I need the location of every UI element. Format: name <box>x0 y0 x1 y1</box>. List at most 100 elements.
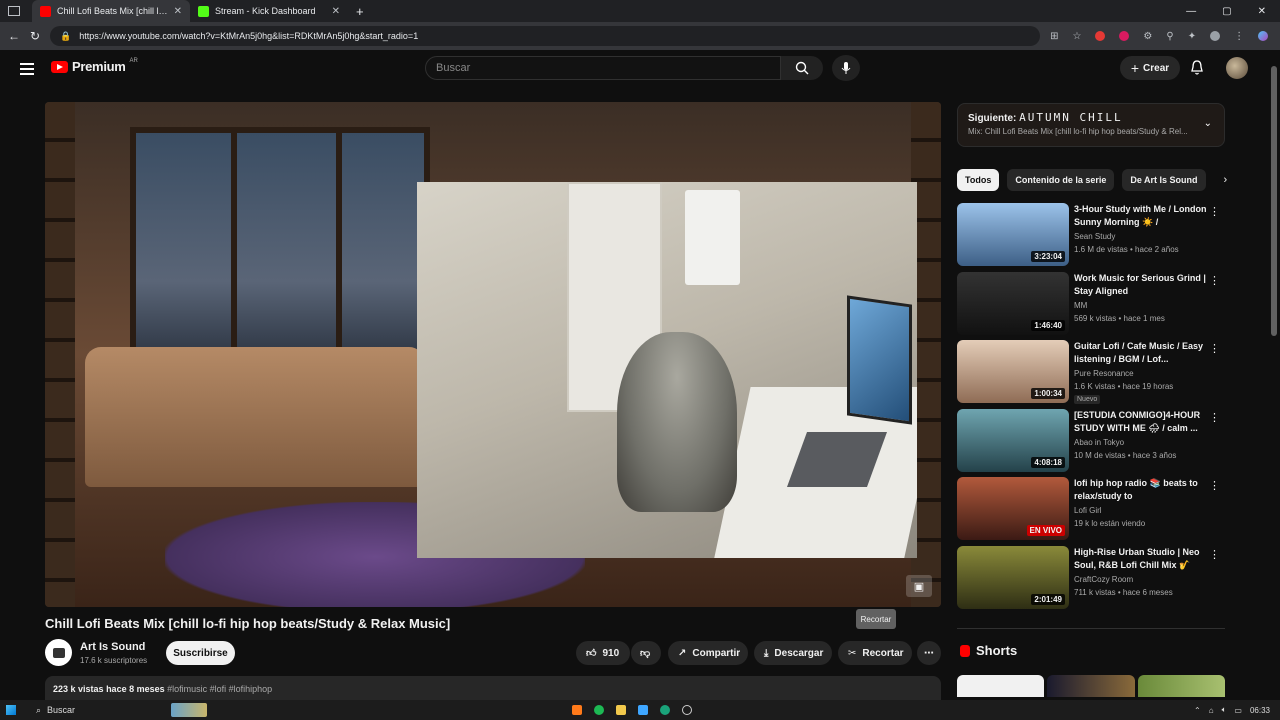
site-info-icon[interactable]: 🔒 <box>60 31 71 42</box>
video-thumbnail[interactable]: 2:01:49 <box>957 545 1069 609</box>
hashtags[interactable]: #lofimusic #lofi #lofihiphop <box>167 684 272 694</box>
close-window-icon[interactable]: ✕ <box>1258 6 1266 17</box>
copilot-icon[interactable] <box>1258 31 1269 41</box>
search-input[interactable]: Buscar <box>425 56 781 80</box>
close-tab-icon[interactable]: ✕ <box>174 6 182 17</box>
duration: 2:01:49 <box>1031 593 1065 605</box>
like-button[interactable]: 👍︎ 910 <box>576 641 630 665</box>
filter-chips: Todos Contenido de la serie De Art Is So… <box>957 169 1228 191</box>
file-explorer-icon[interactable] <box>616 705 626 715</box>
shorts-icon <box>960 644 970 657</box>
install-icon[interactable]: ⊞ <box>1050 31 1058 42</box>
video-thumbnail[interactable]: 3:23:04 <box>957 203 1069 266</box>
description-box[interactable]: 223 k vistas hace 8 meses #lofimusic #lo… <box>45 676 941 702</box>
chevron-down-icon[interactable]: ⌄ <box>1204 118 1212 129</box>
spotify-icon[interactable] <box>594 705 604 715</box>
video-thumbnail[interactable]: 1:46:40 <box>957 271 1069 335</box>
new-tab-icon[interactable]: + <box>356 4 364 19</box>
view-count: 223 k vistas <box>53 684 104 694</box>
rec-title: High-Rise Urban Studio | Neo Soul, R&B L… <box>1074 546 1200 570</box>
scrollbar-thumb[interactable] <box>1271 66 1277 336</box>
url-field[interactable]: 🔒 https://www.youtube.com/watch?v=KtMrAn… <box>50 26 1041 46</box>
menu-dots-icon[interactable]: ⋮ <box>1234 31 1244 42</box>
video-thumbnail[interactable]: 1:00:34 <box>957 340 1069 403</box>
more-vertical-icon[interactable]: ⋮ <box>1209 411 1220 424</box>
list-item[interactable]: 1:00:34 Guitar Lofi / Cafe Music / Easy … <box>957 340 1225 409</box>
more-vertical-icon[interactable]: ⋮ <box>1209 479 1220 492</box>
chip-series[interactable]: Contenido de la serie <box>1007 169 1115 191</box>
more-vertical-icon[interactable]: ⋮ <box>1209 342 1220 355</box>
network-icon[interactable]: ⌂ <box>1209 706 1214 715</box>
share-button[interactable]: ↗ Compartir <box>668 641 748 665</box>
sofa <box>85 347 425 487</box>
chip-channel[interactable]: De Art Is Sound <box>1122 169 1206 191</box>
tab-kick[interactable]: Stream - Kick Dashboard ✕ <box>190 0 348 22</box>
list-item[interactable]: 3:23:04 3-Hour Study with Me / London Su… <box>957 203 1225 272</box>
hamburger-menu-icon[interactable] <box>20 63 34 75</box>
video-thumbnail[interactable]: 4:08:18 <box>957 408 1069 472</box>
youtube-logo[interactable]: Premium AR <box>51 58 138 74</box>
taskbar-search[interactable]: ⌕ Buscar <box>36 705 171 716</box>
volume-icon[interactable]: 🔈︎ <box>1222 705 1227 715</box>
minimize-icon[interactable]: — <box>1186 6 1196 17</box>
short-thumbnail[interactable] <box>957 675 1045 697</box>
account-avatar[interactable] <box>1226 57 1248 79</box>
more-vertical-icon[interactable]: ⋮ <box>1209 274 1220 287</box>
close-tab-icon[interactable]: ✕ <box>332 6 340 17</box>
clock[interactable]: 06:33 <box>1250 706 1270 715</box>
channel-watermark-icon[interactable]: ▣ <box>906 575 932 597</box>
voice-search-button[interactable] <box>832 55 860 81</box>
chevron-right-icon[interactable]: › <box>1224 174 1228 186</box>
clip-button[interactable]: ✂ Recortar <box>838 641 912 665</box>
back-icon[interactable]: ← <box>8 29 20 43</box>
reload-icon[interactable]: ↻ <box>30 29 40 43</box>
app-icon[interactable] <box>682 705 692 715</box>
notifications-bell-icon[interactable] <box>1190 60 1204 81</box>
extension-icon[interactable]: ⚲ <box>1166 31 1173 42</box>
rec-channel: Lofi Girl <box>1074 506 1102 515</box>
more-actions-button[interactable]: ⋯ <box>917 641 941 665</box>
list-item[interactable]: 4:08:18 [ESTUDIA CONMIGO]4-HOUR STUDY WI… <box>957 408 1225 478</box>
kick-favicon-icon <box>198 5 209 17</box>
list-item[interactable]: EN VIVO lofi hip hop radio 📚 beats to re… <box>957 477 1225 546</box>
app-icon[interactable] <box>638 705 648 715</box>
profile-icon[interactable] <box>1210 31 1221 41</box>
channel-avatar[interactable] <box>45 639 72 666</box>
extension-icon[interactable] <box>1119 31 1130 41</box>
extension-icon[interactable]: ✦ <box>1188 31 1196 42</box>
list-item[interactable]: 2:01:49 High-Rise Urban Studio | Neo Sou… <box>957 545 1225 615</box>
extension-icon[interactable]: ⚙ <box>1143 31 1152 42</box>
short-thumbnail[interactable] <box>1137 675 1225 697</box>
video-player[interactable]: ▣ <box>45 102 941 607</box>
chip-all[interactable]: Todos <box>957 169 1000 191</box>
more-vertical-icon[interactable]: ⋮ <box>1209 205 1220 218</box>
maximize-icon[interactable]: ▢ <box>1222 6 1231 17</box>
short-thumbnail[interactable] <box>1047 675 1135 697</box>
battery-icon[interactable]: ▭ <box>1234 706 1242 715</box>
dislike-button[interactable]: 👎︎ <box>631 641 661 665</box>
video-thumbnail[interactable]: EN VIVO <box>957 477 1069 540</box>
channel-name[interactable]: Art Is Sound <box>80 641 145 653</box>
tab-youtube[interactable]: Chill Lofi Beats Mix [chill lo-fi hip ho… <box>32 0 190 22</box>
scrollbar[interactable] <box>1268 50 1280 698</box>
bookmark-star-icon[interactable]: ☆ <box>1072 31 1081 42</box>
create-button[interactable]: + Crear <box>1120 56 1180 80</box>
download-button[interactable]: ⤓ Descargar <box>754 641 832 665</box>
list-item[interactable]: 1:46:40 Work Music for Serious Grind | S… <box>957 271 1225 341</box>
mix-queue-panel[interactable]: Siguiente: AUTUMN CHILL Mix: Chill Lofi … <box>957 103 1225 147</box>
new-badge: Nuevo <box>1074 395 1101 404</box>
scissors-icon: ✂ <box>848 647 857 659</box>
widgets-icon[interactable] <box>171 703 207 717</box>
app-icon[interactable] <box>572 705 582 715</box>
more-vertical-icon[interactable]: ⋮ <box>1209 548 1220 561</box>
tab-actions-icon[interactable] <box>8 6 20 16</box>
thumbs-up-icon: 👍︎ <box>586 648 597 659</box>
subscribe-button[interactable]: Suscribirse <box>166 641 235 665</box>
start-icon[interactable] <box>6 705 16 715</box>
chevron-up-icon[interactable]: ⌃ <box>1194 706 1201 715</box>
extensions-area: ⊞ ☆ ⚙ ⚲ ✦ ⋮ <box>1050 31 1269 42</box>
search-button[interactable] <box>781 56 823 80</box>
edge-icon[interactable] <box>660 705 670 715</box>
extension-icon[interactable] <box>1095 31 1106 41</box>
next-label: Siguiente: <box>968 113 1017 124</box>
